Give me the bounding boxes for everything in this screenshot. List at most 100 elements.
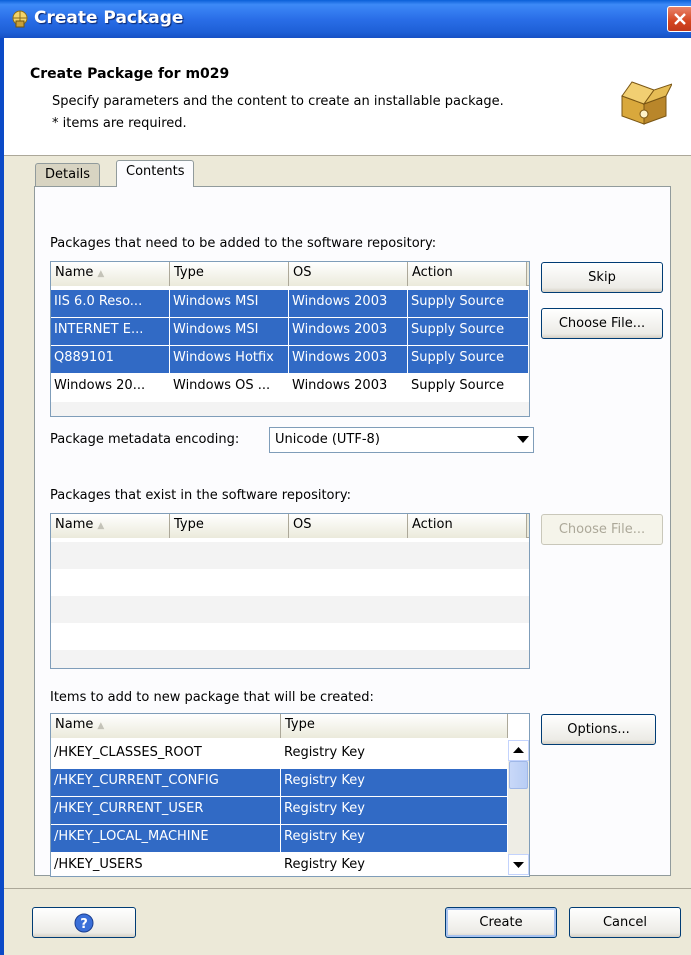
empty-row bbox=[51, 569, 529, 596]
cell-os: Windows 2003 bbox=[292, 378, 388, 393]
sort-icon: ▲ bbox=[97, 521, 105, 531]
empty-row bbox=[51, 623, 529, 650]
cell-os: Windows 2003 bbox=[289, 318, 408, 345]
chevron-down-icon bbox=[517, 436, 529, 443]
encoding-label: Package metadata encoding: bbox=[50, 432, 240, 447]
add-packages-label: Packages that need to be added to the so… bbox=[50, 236, 437, 251]
cell-action: Supply Source bbox=[408, 290, 529, 317]
header-description: Specify parameters and the content to cr… bbox=[52, 94, 504, 109]
tab-details[interactable]: Details bbox=[35, 163, 101, 187]
column-name[interactable]: Name ▲ bbox=[51, 262, 170, 286]
title-bar[interactable]: Create Package bbox=[0, 0, 691, 38]
cell-name: IIS 6.0 Reso... bbox=[51, 290, 170, 317]
cell-action: Supply Source bbox=[408, 346, 529, 373]
existing-packages-label: Packages that exist in the software repo… bbox=[50, 488, 351, 503]
table-row[interactable]: INTERNET E... Windows MSI Windows 2003 S… bbox=[51, 318, 529, 345]
svg-text:?: ? bbox=[80, 917, 88, 932]
items-label: Items to add to new package that will be… bbox=[50, 690, 374, 705]
window-frame bbox=[0, 38, 4, 955]
column-name-label: Name bbox=[55, 717, 94, 732]
help-button[interactable]: ? bbox=[32, 907, 136, 938]
cell-name: /HKEY_CURRENT_CONFIG bbox=[51, 769, 281, 796]
dialog-header: Create Package for m029 Specify paramete… bbox=[4, 38, 691, 156]
cell-os: Windows 2003 bbox=[289, 290, 408, 317]
cell-name: INTERNET E... bbox=[51, 318, 170, 345]
cell-name: /HKEY_LOCAL_MACHINE bbox=[51, 825, 281, 852]
items-table[interactable]: Name ▲ Type /HKEY_CLASSES_ROOT Registry K… bbox=[50, 713, 530, 877]
cell-name: Q889101 bbox=[51, 346, 170, 373]
table-row[interactable]: /HKEY_LOCAL_MACHINE Registry Key bbox=[51, 825, 508, 852]
cell-action: Supply Source bbox=[411, 378, 505, 393]
empty-row bbox=[51, 542, 529, 569]
cancel-button[interactable]: Cancel bbox=[569, 907, 681, 938]
cell-action: Supply Source bbox=[408, 318, 529, 345]
scrollbar-thumb[interactable] bbox=[509, 761, 528, 789]
cell-os: Windows 2003 bbox=[289, 346, 408, 373]
scroll-down-button[interactable] bbox=[508, 854, 529, 875]
cell-name: /HKEY_USERS bbox=[54, 857, 143, 872]
encoding-value: Unicode (UTF-8) bbox=[275, 432, 380, 447]
cell-type: Windows OS ... bbox=[173, 378, 271, 393]
table-row[interactable]: /HKEY_CURRENT_USER Registry Key bbox=[51, 797, 508, 824]
cell-type: Registry Key bbox=[281, 797, 508, 824]
cell-type: Registry Key bbox=[281, 825, 508, 852]
empty-row bbox=[51, 402, 529, 416]
cell-type: Windows MSI bbox=[170, 318, 289, 345]
column-action[interactable]: Action bbox=[408, 514, 527, 538]
package-globe-icon bbox=[10, 9, 30, 29]
column-name-label: Name bbox=[55, 517, 94, 532]
close-button[interactable] bbox=[667, 6, 691, 32]
column-type[interactable]: Type bbox=[281, 714, 508, 738]
add-packages-table[interactable]: Name ▲ Type OS Action IIS 6.0 Reso... Win… bbox=[50, 261, 530, 417]
table-row[interactable]: Q889101 Windows Hotfix Windows 2003 Supp… bbox=[51, 346, 529, 373]
window-title: Create Package bbox=[34, 8, 184, 28]
cell-type: Windows MSI bbox=[170, 290, 289, 317]
choose-file-button-disabled[interactable]: Choose File... bbox=[541, 514, 663, 545]
scroll-down-icon bbox=[513, 862, 524, 868]
encoding-select[interactable]: Unicode (UTF-8) bbox=[269, 427, 534, 453]
cell-type: Registry Key bbox=[281, 769, 508, 796]
table-row[interactable]: /HKEY_CLASSES_ROOT Registry Key bbox=[51, 741, 508, 768]
column-action[interactable]: Action bbox=[408, 262, 527, 286]
table-header: Name ▲ Type bbox=[51, 714, 508, 738]
cell-name: Windows 20... bbox=[54, 378, 146, 393]
close-icon bbox=[674, 13, 686, 25]
required-note: * items are required. bbox=[52, 116, 187, 131]
open-box-icon bbox=[614, 76, 673, 130]
table-row[interactable]: /HKEY_USERS Registry Key bbox=[51, 853, 508, 876]
help-icon: ? bbox=[74, 913, 94, 933]
vertical-scrollbar[interactable] bbox=[508, 740, 529, 875]
sort-icon: ▲ bbox=[97, 721, 105, 731]
empty-row bbox=[51, 650, 529, 668]
cell-name: /HKEY_CLASSES_ROOT bbox=[54, 745, 202, 760]
create-package-dialog: Create Package Create Package for m029 S… bbox=[0, 0, 691, 955]
existing-packages-table[interactable]: Name ▲ Type OS Action bbox=[50, 513, 530, 669]
cell-type: Registry Key bbox=[284, 857, 365, 872]
choose-file-button[interactable]: Choose File... bbox=[541, 308, 663, 339]
cell-type: Registry Key bbox=[284, 745, 365, 760]
tab-contents[interactable]: Contents bbox=[116, 160, 195, 187]
cell-name: /HKEY_CURRENT_USER bbox=[51, 797, 281, 824]
column-name[interactable]: Name ▲ bbox=[51, 714, 281, 738]
footer-divider bbox=[4, 888, 691, 889]
table-header: Name ▲ Type OS Action bbox=[51, 514, 529, 538]
column-type[interactable]: Type bbox=[170, 514, 289, 538]
create-button[interactable]: Create bbox=[445, 907, 557, 938]
sort-icon: ▲ bbox=[97, 269, 105, 279]
table-row[interactable]: /HKEY_CURRENT_CONFIG Registry Key bbox=[51, 769, 508, 796]
table-header: Name ▲ Type OS Action bbox=[51, 262, 529, 286]
column-name[interactable]: Name ▲ bbox=[51, 514, 170, 538]
options-button[interactable]: Options... bbox=[541, 714, 656, 745]
scroll-up-button[interactable] bbox=[508, 740, 529, 761]
column-type[interactable]: Type bbox=[170, 262, 289, 286]
column-name-label: Name bbox=[55, 265, 94, 280]
column-os[interactable]: OS bbox=[289, 514, 408, 538]
header-title: Create Package for m029 bbox=[30, 66, 230, 82]
scroll-up-icon bbox=[513, 747, 524, 753]
table-row[interactable]: IIS 6.0 Reso... Windows MSI Windows 2003… bbox=[51, 290, 529, 317]
table-row[interactable]: Windows 20... Windows OS ... Windows 200… bbox=[51, 374, 529, 401]
skip-button[interactable]: Skip bbox=[541, 262, 663, 293]
cell-type: Windows Hotfix bbox=[170, 346, 289, 373]
column-os[interactable]: OS bbox=[289, 262, 408, 286]
empty-row bbox=[51, 596, 529, 623]
